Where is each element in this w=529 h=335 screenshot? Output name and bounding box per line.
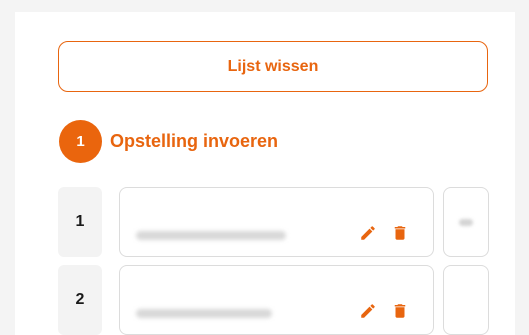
trash-icon	[394, 226, 406, 240]
lineup-panel: Lijst wissen 1 Opstelling invoeren 1 2	[15, 12, 515, 335]
shirt-number-field[interactable]	[443, 187, 489, 257]
delete-player-button[interactable]	[389, 300, 411, 322]
step-number-badge: 1	[59, 120, 102, 163]
row-number: 2	[58, 265, 102, 335]
row-number: 1	[58, 187, 102, 257]
step-title: Opstelling invoeren	[110, 131, 279, 151]
player-name-blurred	[136, 231, 286, 240]
player-name-field[interactable]	[119, 265, 434, 335]
step-header: 1 Opstelling invoeren	[59, 120, 278, 163]
trash-icon	[394, 304, 406, 318]
pencil-icon	[361, 226, 375, 240]
edit-player-button[interactable]	[357, 300, 379, 322]
shirt-number-field[interactable]	[443, 265, 489, 335]
pencil-icon	[361, 304, 375, 318]
shirt-number-blurred	[459, 218, 473, 226]
player-name-blurred	[136, 309, 272, 318]
edit-player-button[interactable]	[357, 222, 379, 244]
player-name-field[interactable]	[119, 187, 434, 257]
clear-list-button[interactable]: Lijst wissen	[58, 41, 488, 92]
delete-player-button[interactable]	[389, 222, 411, 244]
